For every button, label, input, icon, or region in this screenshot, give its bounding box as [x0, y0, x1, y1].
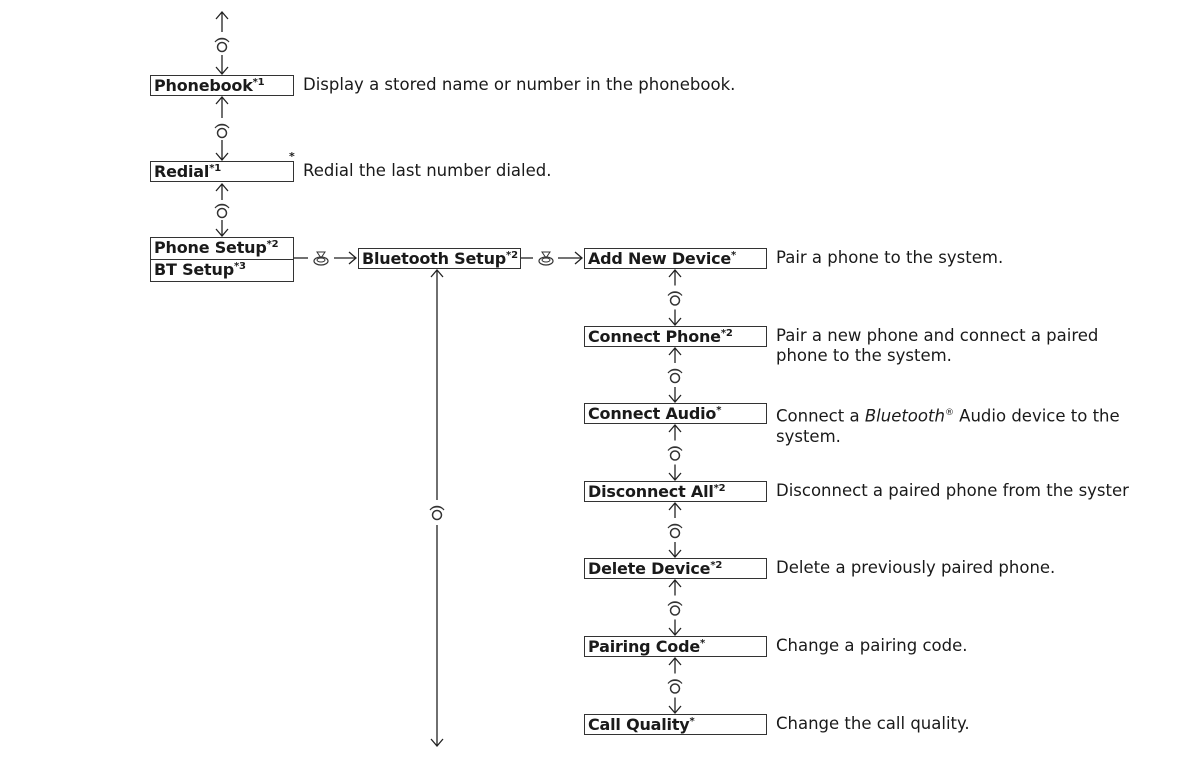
menu-item-pairing-code[interactable]: Pairing Code*	[584, 636, 767, 657]
rotate-knob-icon	[667, 600, 683, 616]
description-text: Pair a phone to the system.	[776, 248, 1004, 267]
rotate-knob-icon	[429, 505, 445, 521]
footnote-mark: *2	[720, 328, 733, 339]
menu-item-redial[interactable]: Redial*1	[150, 161, 294, 182]
text: Connect a	[776, 406, 865, 426]
menu-item-description: Delete a previously paired phone.	[776, 558, 1055, 578]
menu-item-bluetooth-setup[interactable]: Bluetooth Setup*2	[358, 248, 521, 269]
menu-item-label: Bluetooth Setup	[362, 249, 507, 268]
description-text: Delete a previously paired phone.	[776, 558, 1056, 577]
rotate-knob-icon	[667, 523, 683, 539]
menu-item-label: Disconnect All	[588, 482, 714, 501]
menu-item-label: Pairing Code	[588, 637, 701, 656]
menu-item-phone-setup[interactable]: Phone Setup*2 BT Setup*3	[150, 237, 294, 282]
footnote-mark: *2	[713, 483, 726, 494]
text: Audio device to the	[953, 406, 1120, 426]
menu-item-label: Delete Device	[588, 559, 711, 578]
footnote-mark: *2	[266, 239, 279, 250]
menu-item-label: Connect Phone	[588, 327, 721, 346]
footnote-mark: *2	[710, 560, 723, 571]
menu-item-label: Redial	[154, 162, 210, 181]
redial-description: Redial the last number dialed.	[303, 161, 552, 180]
registered-mark: ®	[944, 408, 954, 418]
menu-item-description: Change the call quality.	[776, 714, 970, 734]
menu-item-description: Connect a Bluetooth® Audio device to the…	[776, 403, 1120, 447]
footnote-mark: *	[731, 250, 737, 261]
footnote-mark: *1	[252, 77, 265, 88]
menu-item-description: Disconnect a paired phone from the syste…	[776, 481, 1129, 501]
rotate-knob-icon	[214, 37, 230, 53]
description-text: Change a pairing code.	[776, 636, 968, 655]
menu-item-connect-audio[interactable]: Connect Audio*	[584, 403, 767, 424]
rotate-knob-icon	[667, 290, 683, 306]
rotate-knob-icon	[667, 678, 683, 694]
footnote-mark: *2	[506, 250, 518, 261]
press-knob-icon	[313, 251, 329, 266]
description-text: Disconnect a paired phone from the syste…	[776, 481, 1129, 500]
description-line: phone to the system.	[776, 346, 952, 365]
menu-item-label: Connect Audio	[588, 404, 717, 423]
bluetooth-text: Bluetooth	[864, 406, 945, 426]
description-text: Change the call quality.	[776, 714, 970, 733]
footnote-mark: *	[716, 405, 722, 416]
rotate-knob-icon	[667, 368, 683, 384]
menu-item-phonebook[interactable]: Phonebook*1	[150, 75, 294, 96]
menu-item-disconnect-all[interactable]: Disconnect All*2	[584, 481, 767, 502]
menu-item-connect-phone[interactable]: Connect Phone*2	[584, 326, 767, 347]
description-line: Pair a new phone and connect a paired	[776, 326, 1099, 345]
flow-lines	[214, 11, 683, 747]
description-line: system.	[776, 426, 841, 446]
corner-asterisk: *	[289, 150, 295, 163]
phonebook-description: Display a stored name or number in the p…	[303, 75, 736, 94]
menu-item-description: Pair a phone to the system.	[776, 248, 1003, 268]
menu-item-label: Add New Device	[588, 249, 732, 268]
menu-item-add-new-device[interactable]: Add New Device*	[584, 248, 767, 269]
footnote-mark: *	[700, 638, 706, 649]
menu-item-description: Pair a new phone and connect a paired pho…	[776, 326, 1098, 366]
footnote-mark: *1	[209, 163, 221, 174]
description-line: Connect a Bluetooth® Audio device to the	[776, 403, 1120, 427]
menu-item-label: Call Quality	[588, 715, 690, 734]
rotate-knob-icon	[214, 203, 230, 219]
menu-item-description: Change a pairing code.	[776, 636, 968, 656]
rotate-knob-icon	[667, 445, 683, 461]
footnote-mark: *3	[233, 261, 246, 272]
menu-item-delete-device[interactable]: Delete Device*2	[584, 558, 767, 579]
footnote-mark: *	[689, 716, 695, 727]
rotate-knob-icon	[214, 123, 230, 139]
menu-item-alt-label: BT Setup	[154, 260, 234, 279]
press-knob-icon	[538, 251, 554, 266]
menu-item-call-quality[interactable]: Call Quality*	[584, 714, 767, 735]
menu-item-label: Phonebook	[154, 76, 253, 95]
menu-item-label: Phone Setup	[154, 238, 267, 257]
